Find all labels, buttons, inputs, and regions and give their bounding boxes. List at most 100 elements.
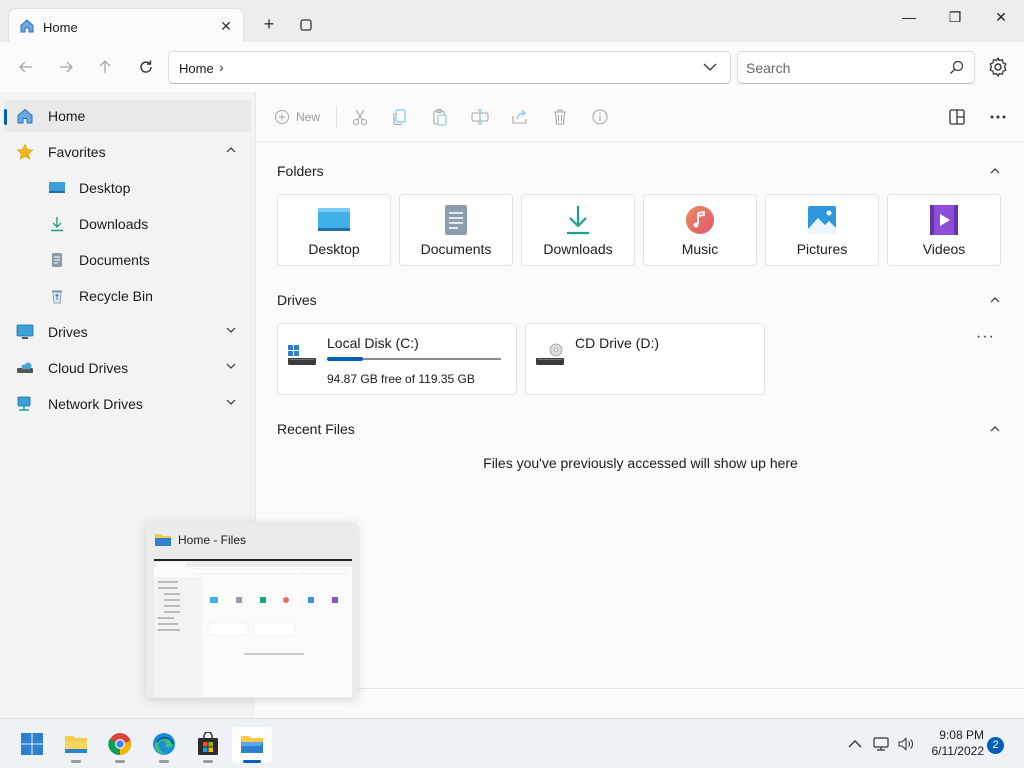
desktop-icon	[318, 208, 350, 231]
paste-icon[interactable]	[430, 107, 450, 127]
navigation-bar: Home ›	[0, 42, 1024, 92]
delete-icon[interactable]	[550, 107, 570, 127]
videos-icon	[930, 205, 958, 235]
folder-card-documents[interactable]: Documents	[399, 194, 513, 266]
breadcrumb-separator[interactable]: ›	[219, 59, 224, 75]
rename-icon[interactable]	[470, 107, 490, 127]
breadcrumb-home[interactable]: Home	[179, 61, 214, 76]
more-options-icon[interactable]	[988, 107, 1008, 127]
sidebar-item-label: Documents	[79, 252, 150, 268]
taskbar-window-preview[interactable]: Home - Files	[146, 522, 358, 698]
documents-icon	[445, 205, 467, 235]
status-bar	[255, 688, 1024, 718]
folders-heading: Folders	[277, 163, 324, 179]
chevron-down-icon[interactable]	[702, 59, 718, 75]
close-window-button[interactable]: ✕	[978, 4, 1024, 30]
taskbar-file-explorer[interactable]	[56, 727, 96, 763]
layout-icon[interactable]	[947, 107, 967, 127]
taskbar-files-app[interactable]	[232, 727, 272, 763]
sidebar-item-network-drives[interactable]: Network Drives	[4, 388, 251, 420]
chevron-up-icon[interactable]	[846, 736, 864, 752]
drives-more-button[interactable]: ···	[976, 328, 995, 346]
folder-card-downloads[interactable]: Downloads	[521, 194, 635, 266]
arrow-right-icon	[60, 61, 73, 73]
command-bar: New	[256, 92, 1024, 142]
preview-title: Home - Files	[178, 533, 247, 547]
forward-button[interactable]	[52, 53, 80, 81]
files-app-icon	[241, 736, 263, 753]
settings-gear-icon[interactable]	[986, 55, 1010, 79]
info-icon[interactable]	[590, 107, 610, 127]
copy-icon[interactable]	[390, 107, 410, 127]
start-button[interactable]	[12, 727, 52, 763]
taskbar-chrome[interactable]	[100, 727, 140, 763]
tab-actions-button[interactable]	[293, 12, 319, 38]
chevron-down-icon[interactable]	[225, 360, 237, 372]
refresh-button[interactable]	[132, 53, 160, 81]
cut-icon[interactable]	[350, 107, 370, 127]
share-icon[interactable]	[510, 107, 530, 127]
cd-drive-icon	[536, 343, 564, 365]
search-input[interactable]	[746, 58, 936, 78]
downloads-icon	[567, 206, 589, 235]
notification-badge[interactable]: 2	[987, 737, 1004, 754]
folder-label: Videos	[922, 241, 966, 257]
maximize-button[interactable]: ❐	[932, 4, 978, 30]
desktop-icon	[49, 182, 65, 193]
folder-card-desktop[interactable]: Desktop	[277, 194, 391, 266]
search-icon[interactable]	[949, 60, 964, 75]
volume-icon[interactable]	[897, 736, 915, 752]
chevron-up-icon[interactable]	[989, 423, 1001, 435]
minimize-button[interactable]: —	[886, 4, 932, 30]
system-clock[interactable]: 9:08 PM 6/11/2022	[920, 727, 985, 759]
chevron-up-icon[interactable]	[989, 294, 1001, 306]
new-button-label: New	[296, 110, 321, 124]
taskbar-edge[interactable]	[144, 727, 184, 763]
sidebar-item-label: Cloud Drives	[48, 360, 129, 376]
chrome-icon	[108, 733, 131, 756]
home-icon	[17, 108, 33, 124]
chevron-up-icon[interactable]	[225, 144, 237, 156]
drive-name: Local Disk (C:)	[327, 335, 419, 351]
sidebar-item-documents[interactable]: Documents	[4, 244, 251, 276]
network-icon[interactable]	[872, 736, 890, 752]
sidebar-item-label: Recycle Bin	[79, 288, 153, 304]
folder-label: Desktop	[308, 241, 360, 257]
sidebar-item-home[interactable]: Home	[4, 100, 251, 132]
drive-card-local-disk[interactable]: Local Disk (C:) 94.87 GB free of 119.35 …	[277, 323, 517, 395]
address-bar[interactable]: Home ›	[168, 51, 731, 84]
windows-drive-icon	[288, 345, 316, 365]
sidebar-item-downloads[interactable]: Downloads	[4, 208, 251, 240]
chevron-down-icon[interactable]	[225, 396, 237, 408]
drives-heading: Drives	[277, 292, 317, 308]
sidebar-item-recycle-bin[interactable]: Recycle Bin	[4, 280, 251, 312]
tab-home[interactable]: Home ✕	[8, 8, 244, 42]
tab-close-button[interactable]: ✕	[217, 17, 235, 35]
plus-circle-icon	[275, 110, 289, 124]
chevron-down-icon[interactable]	[225, 324, 237, 336]
star-icon	[16, 144, 34, 160]
main-content: New Folders Desktop Documents Downloads …	[255, 92, 1024, 688]
back-button[interactable]	[12, 53, 40, 81]
recent-files-empty-message: Files you've previously accessed will sh…	[483, 455, 798, 471]
store-icon	[198, 732, 218, 755]
search-box[interactable]	[737, 51, 975, 84]
sidebar-item-drives[interactable]: Drives	[4, 316, 251, 348]
download-icon	[51, 217, 63, 232]
toolbar-divider	[336, 106, 337, 128]
folder-card-videos[interactable]: Videos	[887, 194, 1001, 266]
drive-card-cd-drive[interactable]: CD Drive (D:)	[525, 323, 765, 395]
selection-indicator	[4, 109, 7, 125]
new-tab-button[interactable]: +	[256, 11, 282, 37]
clock-time: 9:08 PM	[939, 728, 984, 742]
sidebar-item-cloud-drives[interactable]: Cloud Drives	[4, 352, 251, 384]
folder-label: Music	[681, 241, 719, 257]
duplicate-tab-icon	[300, 19, 312, 31]
sidebar-item-desktop[interactable]: Desktop	[4, 172, 251, 204]
sidebar-item-favorites[interactable]: Favorites	[4, 136, 251, 168]
chevron-up-icon[interactable]	[989, 165, 1001, 177]
up-button[interactable]	[91, 53, 119, 81]
folder-card-music[interactable]: Music	[643, 194, 757, 266]
folder-card-pictures[interactable]: Pictures	[765, 194, 879, 266]
taskbar-store[interactable]	[188, 727, 228, 763]
